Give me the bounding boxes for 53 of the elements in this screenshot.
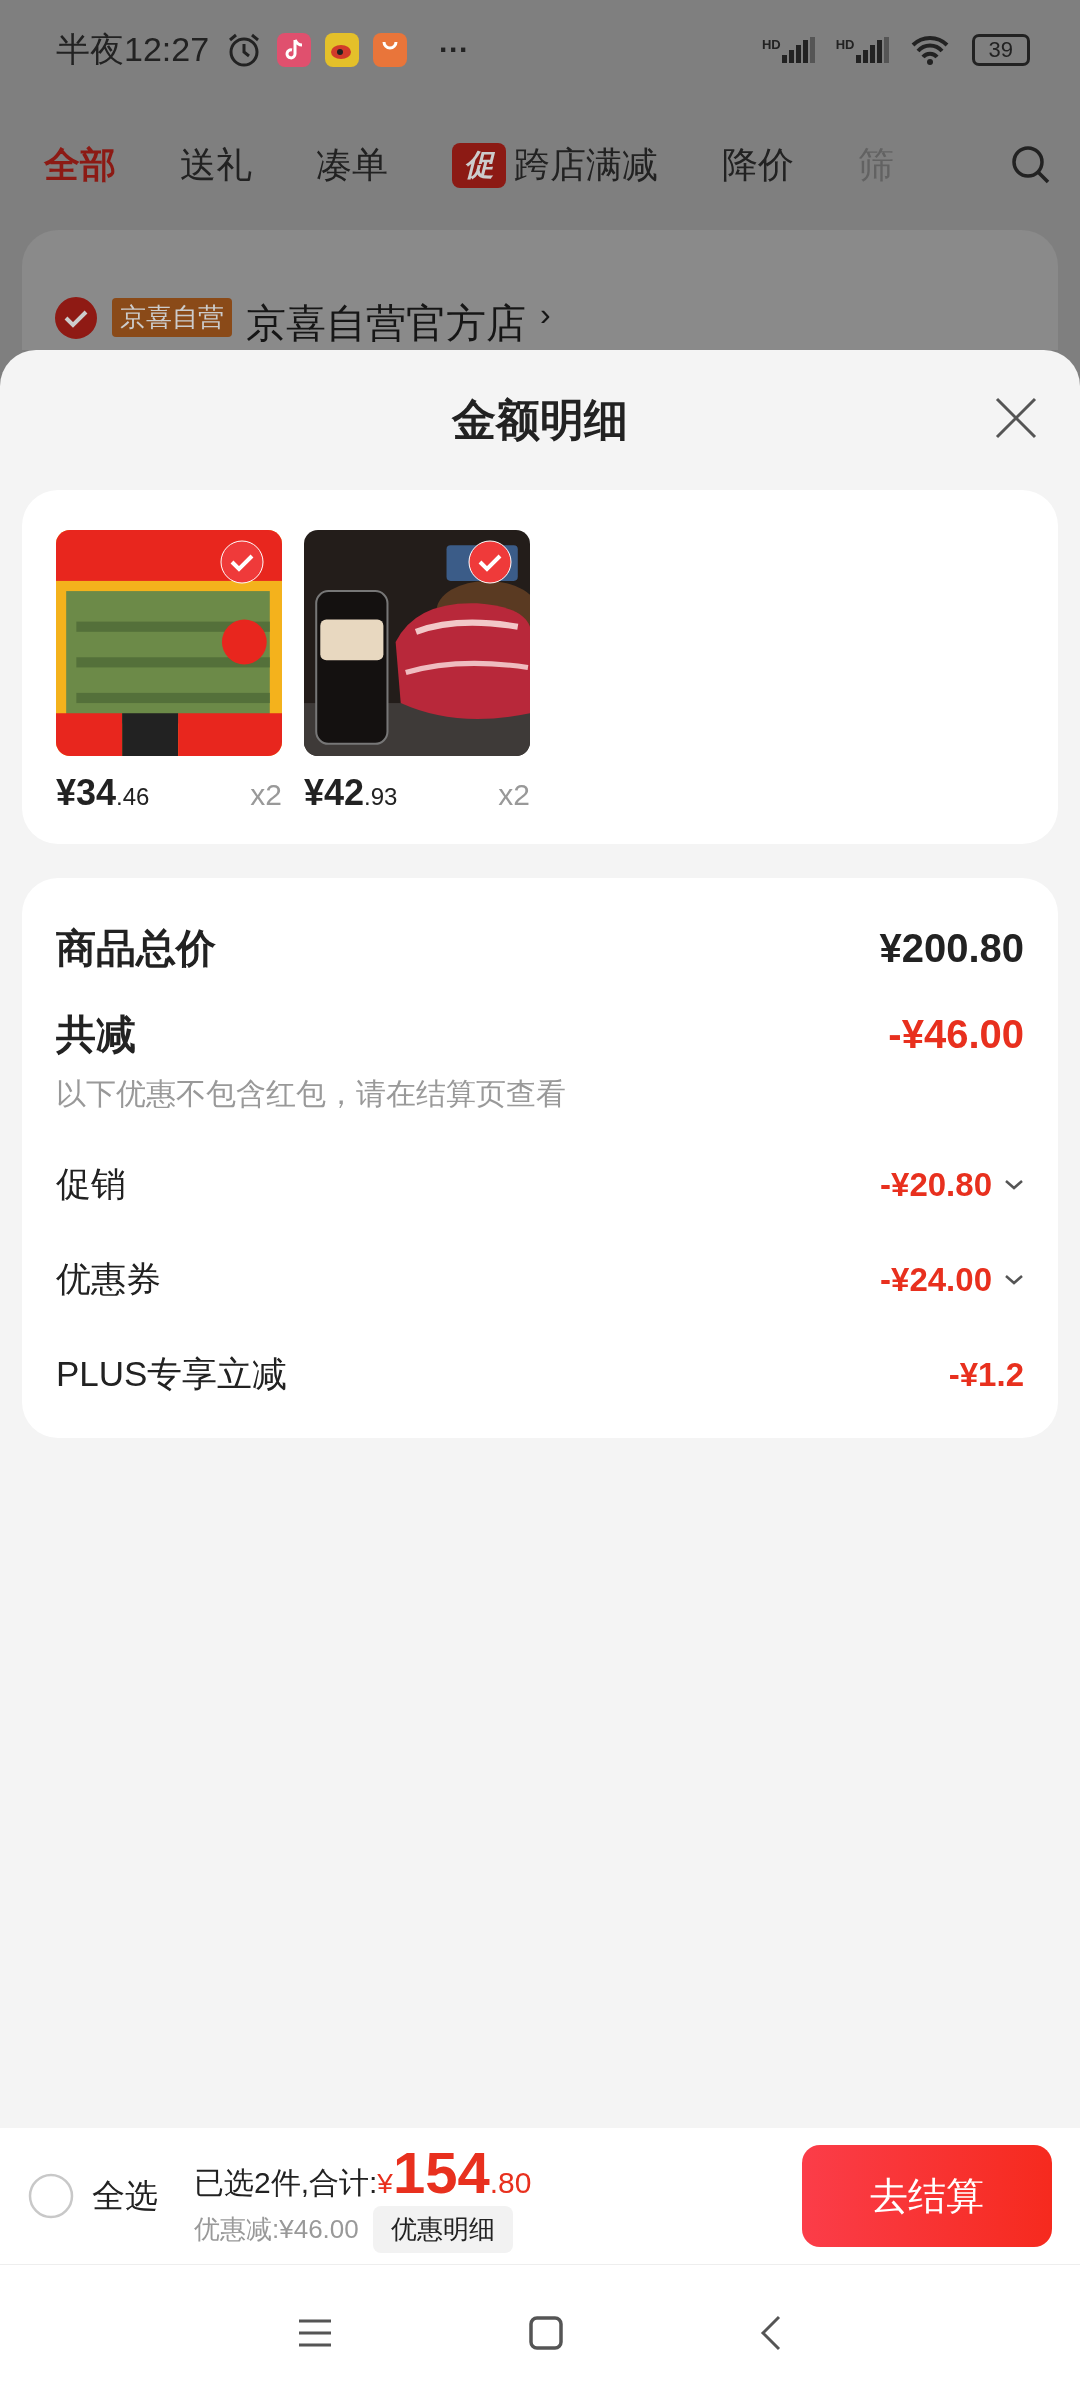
discount-item-label: 优惠券 — [56, 1258, 161, 1300]
discount-detail-button[interactable]: 优惠明细 — [372, 2206, 513, 2253]
check-icon[interactable] — [468, 540, 512, 584]
wifi-icon — [909, 34, 950, 66]
total-price: ¥154.80 — [377, 2139, 532, 2206]
chevron-down-icon[interactable] — [1004, 1178, 1024, 1191]
product-price: ¥42.93 — [304, 772, 398, 814]
menu-icon[interactable] — [298, 2317, 333, 2348]
store-name[interactable]: 京喜自营官方店 — [246, 296, 526, 351]
discount-item-label: PLUS专享立减 — [56, 1353, 288, 1395]
product-quantity: x2 — [498, 778, 530, 812]
chevron-down-icon[interactable] — [1004, 1273, 1024, 1286]
promo-badge: 促 — [452, 142, 506, 188]
filter-tab[interactable]: 送礼 — [180, 140, 252, 190]
product-price: ¥34.46 — [56, 772, 150, 814]
music-note-icon — [277, 33, 312, 67]
discount-item-label: 促销 — [56, 1163, 126, 1205]
back-icon[interactable] — [759, 2314, 782, 2351]
discount-label: 共减 — [56, 1010, 136, 1058]
shopping-bag-icon — [373, 33, 408, 67]
sheet-title: 金额明细 — [452, 393, 628, 446]
total-amount: ¥200.80 — [879, 925, 1024, 971]
discount-amount: -¥46.00 — [888, 1011, 1024, 1057]
radio-button[interactable] — [28, 2173, 74, 2219]
network-type: HD — [835, 37, 855, 52]
filter-tab[interactable]: 跨店满减 — [514, 140, 658, 190]
eye-icon — [325, 33, 360, 67]
checkout-button[interactable]: 去结算 — [802, 2145, 1052, 2247]
filter-tab[interactable]: 凑单 — [316, 140, 388, 190]
filter-tab[interactable]: 降价 — [722, 140, 794, 190]
store-tag: 京喜自营 — [112, 298, 232, 337]
select-all-label[interactable]: 全选 — [92, 2173, 158, 2219]
discount-item-amount[interactable]: -¥24.00 — [880, 1260, 992, 1299]
search-icon[interactable] — [1010, 144, 1052, 186]
chevron: › — [540, 296, 551, 333]
signal-icon — [781, 37, 816, 63]
check-icon[interactable] — [220, 540, 264, 584]
home-icon[interactable] — [529, 2315, 563, 2350]
more-notifications: ··· — [439, 33, 470, 67]
discount-summary: 优惠减:¥46.00 — [194, 2213, 359, 2246]
checkbox[interactable] — [54, 296, 98, 340]
signal-icon — [855, 37, 890, 63]
close-icon[interactable] — [994, 396, 1038, 440]
discount-item-amount[interactable]: -¥20.80 — [880, 1165, 992, 1204]
network-type: HD — [761, 37, 781, 52]
total-label: 商品总价 — [56, 924, 216, 972]
selected-summary: 已选2件,合计: — [194, 2165, 378, 2201]
status-time: 半夜12:27 — [56, 29, 210, 70]
battery-level: 39 — [971, 34, 1030, 66]
filter-tab[interactable]: 全部 — [44, 140, 116, 190]
product-quantity: x2 — [250, 778, 282, 812]
discount-note: 以下优惠不包含红包，请在结算页查看 — [56, 1076, 567, 1112]
discount-item-amount: -¥1.2 — [948, 1355, 1024, 1394]
